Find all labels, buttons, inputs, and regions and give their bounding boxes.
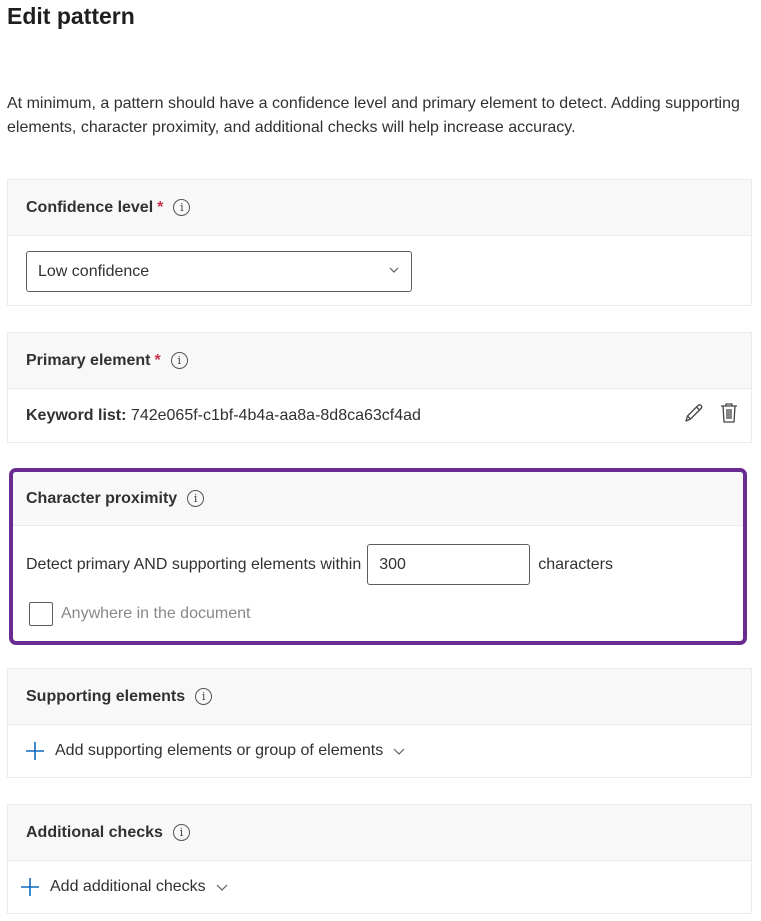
proximity-characters-input[interactable]	[367, 544, 531, 585]
keyword-list-row: Keyword list: 742e065f-c1bf-4b4a-aa8a-8d…	[26, 407, 421, 425]
confidence-level-title: Confidence level	[26, 198, 154, 216]
page-description: At minimum, a pattern should have a conf…	[7, 95, 740, 136]
supporting-elements-section: Supporting elements i Add supporting ele…	[7, 668, 752, 778]
anywhere-checkbox[interactable]	[29, 602, 53, 626]
supporting-elements-header: Supporting elements i	[8, 669, 751, 725]
info-icon[interactable]: i	[170, 352, 188, 369]
character-proximity-title: Character proximity	[26, 489, 178, 507]
required-mark: *	[154, 351, 161, 369]
primary-element-header: Primary element * i	[8, 333, 751, 389]
proximity-detect-label: Detect primary AND supporting elements w…	[26, 555, 362, 573]
supporting-elements-title: Supporting elements	[26, 687, 186, 705]
character-proximity-header: Character proximity i	[13, 472, 743, 526]
chevron-down-icon	[216, 884, 228, 891]
required-mark: *	[157, 198, 164, 216]
pencil-icon[interactable]	[683, 402, 705, 424]
additional-checks-title: Additional checks	[26, 823, 163, 841]
chevron-down-icon	[393, 748, 405, 755]
plus-icon	[21, 878, 39, 896]
confidence-level-section: Confidence level * i Low confidence	[7, 179, 752, 306]
info-icon[interactable]: i	[195, 688, 213, 705]
add-additional-checks-label: Add additional checks	[50, 878, 206, 895]
additional-checks-header: Additional checks i	[8, 805, 751, 861]
add-supporting-elements-button[interactable]: Add supporting elements or group of elem…	[25, 741, 405, 761]
additional-checks-section: Additional checks i Add additional check…	[7, 804, 752, 914]
primary-element-section: Primary element * i Keyword list: 742e06…	[7, 332, 752, 443]
keyword-list-label: Keyword list:	[26, 407, 127, 424]
info-icon[interactable]: i	[187, 490, 205, 507]
confidence-level-dropdown[interactable]: Low confidence	[26, 251, 412, 292]
info-icon[interactable]: i	[173, 199, 191, 216]
trash-icon[interactable]	[719, 402, 739, 424]
keyword-list-value: 742e065f-c1bf-4b4a-aa8a-8d8ca63cf4ad	[130, 407, 421, 424]
chevron-down-icon	[389, 267, 399, 273]
primary-element-title: Primary element	[26, 351, 151, 369]
info-icon[interactable]: i	[172, 824, 190, 841]
proximity-unit-label: characters	[538, 555, 613, 573]
character-proximity-section: Character proximity i Detect primary AND…	[9, 468, 747, 645]
page-title: Edit pattern	[7, 3, 135, 29]
add-additional-checks-button[interactable]: Add additional checks	[20, 877, 228, 897]
confidence-level-header: Confidence level * i	[8, 180, 751, 236]
add-supporting-elements-label: Add supporting elements or group of elem…	[55, 742, 384, 759]
plus-icon	[26, 742, 44, 760]
anywhere-label: Anywhere in the document	[61, 605, 251, 622]
confidence-level-selected: Low confidence	[38, 262, 150, 280]
